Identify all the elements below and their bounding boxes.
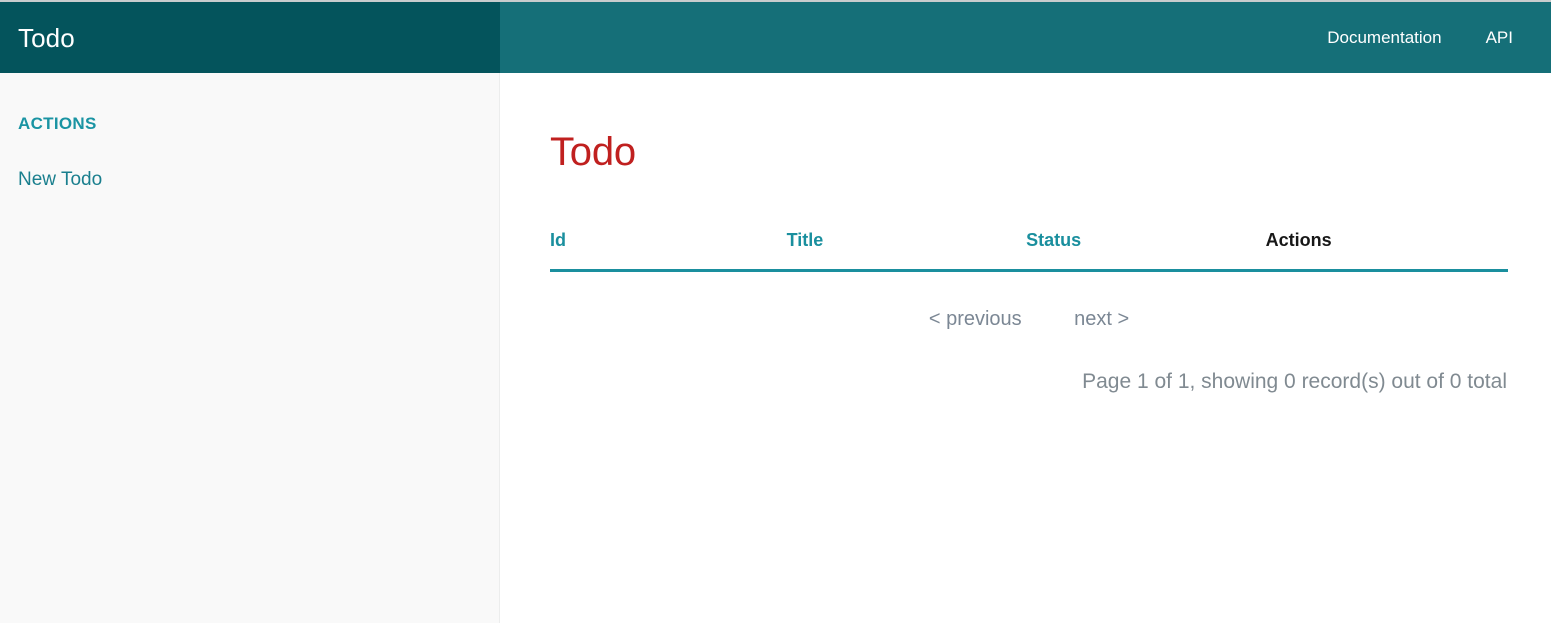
list-item: New Todo: [18, 169, 481, 192]
sort-link-status[interactable]: Status: [1026, 230, 1081, 250]
top-navbar: Todo Documentation API: [0, 2, 1551, 73]
navbar-brand-link[interactable]: Todo: [18, 25, 75, 51]
sidebar-action-list: New Todo: [18, 169, 481, 192]
navbar-links: Documentation API: [500, 2, 1551, 73]
sidebar: ACTIONS New Todo: [0, 73, 500, 623]
nav-link-api[interactable]: API: [1464, 2, 1535, 73]
sort-link-id[interactable]: Id: [550, 230, 566, 250]
page-title: Todo: [550, 130, 636, 174]
navbar-brand-block: Todo: [0, 2, 500, 73]
column-header-actions-label: Actions: [1265, 230, 1332, 250]
pagination-summary: Page 1 of 1, showing 0 record(s) out of …: [1082, 370, 1507, 393]
column-header-title: Title: [786, 222, 1027, 272]
main-content: Todo Id Title Status Actions < previous …: [500, 73, 1551, 623]
todo-table-container: Id Title Status Actions: [550, 222, 1508, 272]
sidebar-link-new-todo[interactable]: New Todo: [18, 169, 102, 190]
pagination-controls: < previous next >: [550, 308, 1508, 331]
table-header: Id Title Status Actions: [550, 222, 1508, 272]
column-header-id: Id: [550, 222, 787, 272]
nav-link-documentation[interactable]: Documentation: [1305, 2, 1463, 73]
sort-link-title[interactable]: Title: [787, 230, 824, 250]
table-header-row: Id Title Status Actions: [550, 222, 1508, 272]
page-root: Todo Documentation API ACTIONS New Todo …: [0, 0, 1551, 623]
column-header-actions: Actions: [1265, 222, 1508, 272]
sidebar-heading-actions: ACTIONS: [18, 114, 97, 133]
todo-table: Id Title Status Actions: [550, 222, 1508, 272]
pagination-next-link[interactable]: next >: [1074, 308, 1129, 331]
column-header-status: Status: [1026, 222, 1266, 272]
pagination-previous-link[interactable]: < previous: [929, 308, 1022, 331]
